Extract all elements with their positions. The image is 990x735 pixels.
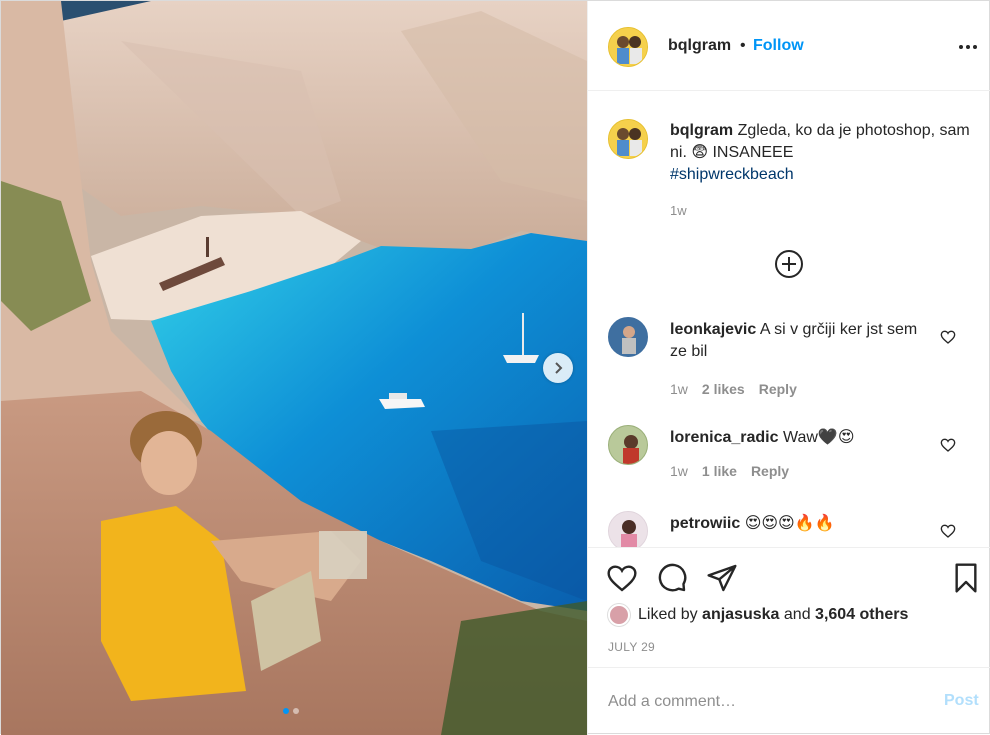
comment-time[interactable]: 1w (670, 381, 688, 397)
commenter-avatar[interactable] (608, 317, 648, 357)
heart-icon[interactable] (940, 523, 956, 539)
liker-avatar[interactable] (608, 604, 630, 626)
caption-username[interactable]: bqlgram (670, 122, 733, 139)
liked-by-middle: and (783, 606, 811, 623)
share-paper-plane-icon[interactable] (706, 562, 738, 594)
reply-button[interactable]: Reply (759, 381, 797, 397)
comment-meta: 1w 2 likes Reply (670, 381, 797, 397)
comment-likes[interactable]: 1 like (702, 463, 737, 479)
comment-body: 😍😍😍🔥🔥 (744, 515, 835, 532)
comment-input[interactable] (608, 688, 928, 716)
comment-item: lorenica_radic Waw🖤😍 1w 1 like Reply (588, 425, 990, 509)
post-actions: Liked by anjasuska and 3,604 others JULY… (588, 547, 990, 667)
caption-text: bqlgram Zgleda, ko da je photoshop, sam … (670, 120, 970, 186)
post-sidebar: bqlgram • Follow bqlgram Zgleda, ko da j… (587, 1, 990, 735)
comment-username[interactable]: petrowiic (670, 515, 740, 532)
post-photo[interactable] (1, 1, 587, 735)
commenter-avatar[interactable] (608, 511, 648, 547)
save-bookmark-icon[interactable] (950, 562, 982, 594)
commenter-avatar[interactable] (608, 425, 648, 465)
load-more-comments-icon[interactable] (774, 249, 804, 279)
post-header: bqlgram • Follow (588, 1, 990, 91)
header-separator: • (740, 37, 746, 54)
caption-avatar[interactable] (608, 119, 648, 159)
add-comment-bar: Post (588, 667, 990, 735)
comment-username[interactable]: lorenica_radic (670, 429, 779, 446)
comment-username[interactable]: leonkajevic (670, 321, 756, 338)
avatar-photo (609, 28, 647, 66)
author-username[interactable]: bqlgram (668, 37, 731, 55)
heart-icon[interactable] (940, 437, 956, 453)
heart-icon[interactable] (940, 329, 956, 345)
comments-section[interactable]: bqlgram Zgleda, ko da je photoshop, sam … (588, 91, 990, 547)
comment-text: leonkajevic A si v grčiji ker jst sem ze… (670, 319, 930, 363)
comment-meta: 1w 1 like Reply (670, 463, 789, 479)
avatar-photo (609, 512, 647, 547)
author-avatar[interactable] (608, 27, 648, 67)
liked-by-prefix: Liked by (638, 606, 698, 623)
comment-text: lorenica_radic Waw🖤😍 (670, 427, 930, 449)
liked-by-summary: Liked by anjasuska and 3,604 others (608, 604, 908, 626)
carousel-dot[interactable] (293, 708, 299, 714)
caption-timestamp[interactable]: 1w (670, 203, 687, 218)
avatar-photo (609, 426, 647, 464)
comment-item: leonkajevic A si v grčiji ker jst sem ze… (588, 317, 990, 401)
post-comment-button[interactable]: Post (944, 692, 979, 710)
comment-text: petrowiic 😍😍😍🔥🔥 (670, 513, 930, 535)
next-photo-button[interactable] (543, 353, 573, 383)
reply-button[interactable]: Reply (751, 463, 789, 479)
avatar-photo (609, 120, 647, 158)
carousel-dots (283, 708, 299, 714)
instagram-post: bqlgram • Follow bqlgram Zgleda, ko da j… (0, 0, 990, 735)
caption-hashtag[interactable]: #shipwreckbeach (670, 166, 794, 183)
comment-likes[interactable]: 2 likes (702, 381, 745, 397)
comment-icon[interactable] (656, 562, 688, 594)
post-date[interactable]: JULY 29 (608, 640, 655, 654)
more-options-icon[interactable] (956, 35, 980, 59)
comment-item: petrowiic 😍😍😍🔥🔥 (588, 511, 990, 547)
chevron-right-icon (555, 362, 563, 374)
shipwreck-beach-photo (1, 1, 587, 735)
likes-count[interactable]: 3,604 others (815, 606, 908, 623)
follow-button[interactable]: Follow (753, 37, 804, 55)
liker-username[interactable]: anjasuska (702, 606, 779, 623)
carousel-dot-active (283, 708, 289, 714)
comment-body: Waw🖤😍 (782, 429, 855, 446)
comment-time[interactable]: 1w (670, 463, 688, 479)
avatar-photo (609, 318, 647, 356)
like-heart-icon[interactable] (606, 562, 638, 594)
